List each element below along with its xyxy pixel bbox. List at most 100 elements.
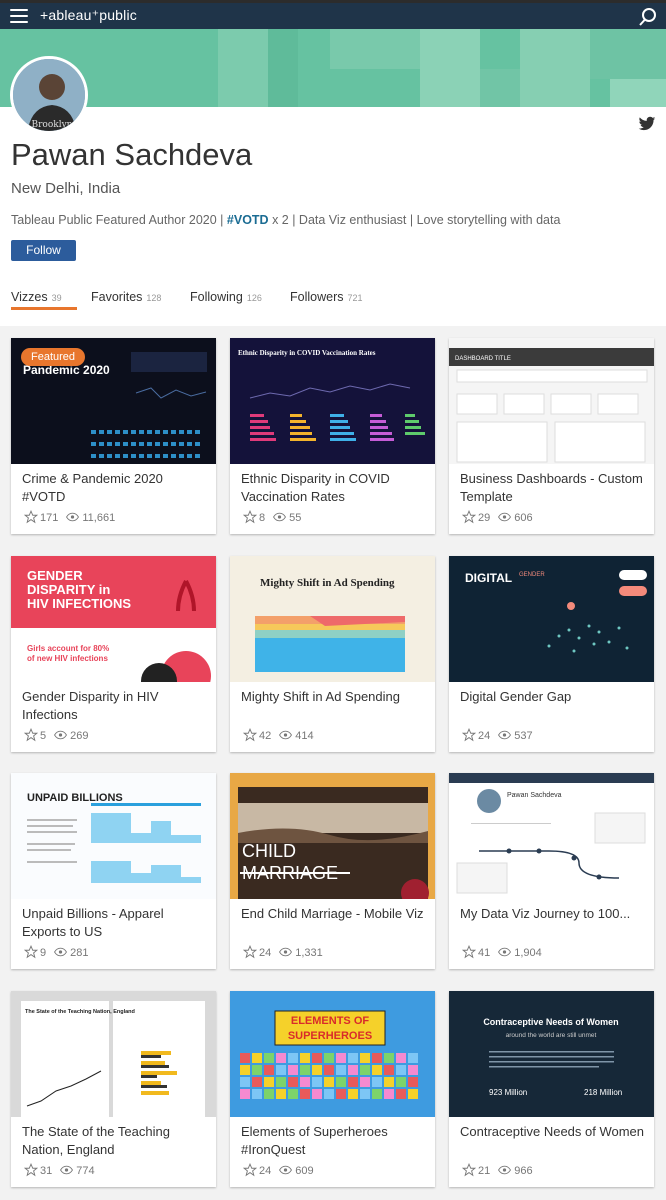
viz-stats: 24 1,331 [243,945,323,959]
eye-icon [498,1165,512,1175]
svg-text:around the world are still unm: around the world are still unmet [506,1032,597,1039]
viz-card[interactable]: DIGITAL GENDER Digital Gender Gap 24 537 [449,556,654,752]
viz-thumbnail[interactable]: DIGITAL GENDER [449,556,654,682]
viz-thumbnail[interactable]: DASHBOARD TITLE [449,338,654,464]
eye-icon [279,947,293,957]
star-icon[interactable] [243,728,257,742]
star-icon[interactable] [24,510,38,524]
votd-hashtag-link[interactable]: #VOTD [227,213,269,227]
viz-title[interactable]: Business Dashboards - Custom Template [460,470,646,506]
viz-card[interactable]: Pawan Sachdeva My Data Viz Journey to 10… [449,773,654,969]
viz-thumbnail[interactable]: The State of the Teaching Nation, Englan… [11,991,216,1117]
star-icon[interactable] [462,1163,476,1177]
viz-title[interactable]: Crime & Pandemic 2020 #VOTD [22,470,208,506]
featured-badge: Featured [21,348,86,366]
viz-title[interactable]: Contraceptive Needs of Women [460,1123,646,1141]
svg-text:SUPERHEROES: SUPERHEROES [288,1030,372,1042]
viz-title[interactable]: Gender Disparity in HIV Infections [22,688,208,724]
viz-card[interactable]: The State of the Teaching Nation, Englan… [11,991,216,1187]
viz-card[interactable]: UNPAID BILLIONS Unpaid Billions - Appare… [11,773,216,969]
svg-text:Girls account for 80%: Girls account for 80% [27,644,109,653]
star-icon[interactable] [462,945,476,959]
star-icon[interactable] [243,945,257,959]
svg-text:The State of the Teaching Nati: The State of the Teaching Nation, Englan… [25,1009,135,1015]
viz-card[interactable]: CHILD MARRIAGE End Child Marriage - Mobi… [230,773,435,969]
svg-text:ELEMENTS OF: ELEMENTS OF [291,1015,370,1027]
profile-banner [0,29,666,107]
viz-stats: 29 606 [462,510,533,524]
viz-title[interactable]: The State of the Teaching Nation, Englan… [22,1123,208,1159]
viz-thumbnail[interactable]: UNPAID BILLIONS [11,773,216,899]
viz-title[interactable]: Mighty Shift in Ad Spending [241,688,427,706]
viz-title[interactable]: Unpaid Billions - Apparel Exports to US [22,905,208,941]
svg-text:DISPARITY in: DISPARITY in [27,582,110,597]
tab-following[interactable]: Following 126 [190,290,262,304]
star-icon[interactable] [24,728,38,742]
eye-icon [273,512,287,522]
eye-icon [54,730,68,740]
viz-card[interactable]: DASHBOARD TITLE Business Dashboards - Cu… [449,338,654,534]
tab-followers[interactable]: Followers 721 [290,290,363,304]
viz-title[interactable]: Ethnic Disparity in COVID Vaccination Ra… [241,470,427,506]
viz-stats: 8 55 [243,510,301,524]
viz-card[interactable]: GENDER DISPARITY in HIV INFECTIONS Girls… [11,556,216,752]
viz-stats: 9 281 [24,945,88,959]
viz-stats: 31 774 [24,1163,95,1177]
viz-card[interactable]: ELEMENTS OF SUPERHEROES Elements of Supe… [230,991,435,1187]
viz-card[interactable]: Contraceptive Needs of Women around the … [449,991,654,1187]
viz-thumbnail[interactable]: Contraceptive Needs of Women around the … [449,991,654,1117]
svg-text:Mighty Shift in Ad Spending: Mighty Shift in Ad Spending [260,577,395,589]
viz-thumbnail[interactable]: Mighty Shift in Ad Spending [230,556,435,682]
viz-stats: 5 269 [24,728,88,742]
viz-stats: 171 11,661 [24,510,115,524]
star-icon[interactable] [24,945,38,959]
star-icon[interactable] [243,1163,257,1177]
viz-title[interactable]: Digital Gender Gap [460,688,646,706]
viz-title[interactable]: My Data Viz Journey to 100... [460,905,646,923]
viz-card[interactable]: Pandemic 2020 Featured Crime & Pandemic … [11,338,216,534]
viz-stats: 42 414 [243,728,314,742]
viz-title[interactable]: Elements of Superheroes #IronQuest [241,1123,427,1159]
star-icon[interactable] [462,728,476,742]
svg-text:CHILD: CHILD [242,841,296,861]
top-nav-bar: +ableau⁺public [0,0,666,29]
eye-icon [66,512,80,522]
svg-text:Brooklyn: Brooklyn [32,120,73,130]
star-icon[interactable] [243,510,257,524]
svg-text:Pawan Sachdeva: Pawan Sachdeva [507,792,562,799]
viz-card[interactable]: Ethnic Disparity in COVID Vaccination Ra… [230,338,435,534]
viz-stats: 24 609 [243,1163,314,1177]
viz-title[interactable]: End Child Marriage - Mobile Viz [241,905,427,923]
active-tab-indicator [11,307,77,310]
viz-thumbnail[interactable]: ELEMENTS OF SUPERHEROES [230,991,435,1117]
svg-text:Ethnic Disparity in COVID Vacc: Ethnic Disparity in COVID Vaccination Ra… [238,349,376,357]
tableau-public-logo[interactable]: +ableau⁺public [40,7,137,24]
eye-icon [498,730,512,740]
eye-icon [498,512,512,522]
tab-vizzes[interactable]: Vizzes 39 [11,290,62,304]
star-icon[interactable] [24,1163,38,1177]
search-icon[interactable] [638,7,658,27]
avatar: Brooklyn [10,56,88,134]
viz-thumbnail[interactable]: GENDER DISPARITY in HIV INFECTIONS Girls… [11,556,216,682]
twitter-icon[interactable] [638,116,656,132]
eye-icon [498,947,512,957]
eye-icon [60,1165,74,1175]
viz-stats: 41 1,904 [462,945,542,959]
hamburger-menu-icon[interactable] [10,9,28,23]
svg-text:DIGITAL: DIGITAL [465,571,512,585]
star-icon[interactable] [462,510,476,524]
svg-text:UNPAID BILLIONS: UNPAID BILLIONS [27,792,123,804]
viz-stats: 24 537 [462,728,533,742]
eye-icon [279,730,293,740]
svg-text:GENDER: GENDER [519,572,545,578]
tab-favorites[interactable]: Favorites 128 [91,290,161,304]
viz-thumbnail[interactable]: CHILD MARRIAGE [230,773,435,899]
viz-thumbnail[interactable]: Pawan Sachdeva [449,773,654,899]
eye-icon [279,1165,293,1175]
follow-button[interactable]: Follow [11,240,76,261]
viz-thumbnail[interactable]: Ethnic Disparity in COVID Vaccination Ra… [230,338,435,464]
profile-location: New Delhi, India [11,180,121,197]
viz-stats: 21 966 [462,1163,533,1177]
viz-card[interactable]: Mighty Shift in Ad Spending Mighty Shift… [230,556,435,752]
